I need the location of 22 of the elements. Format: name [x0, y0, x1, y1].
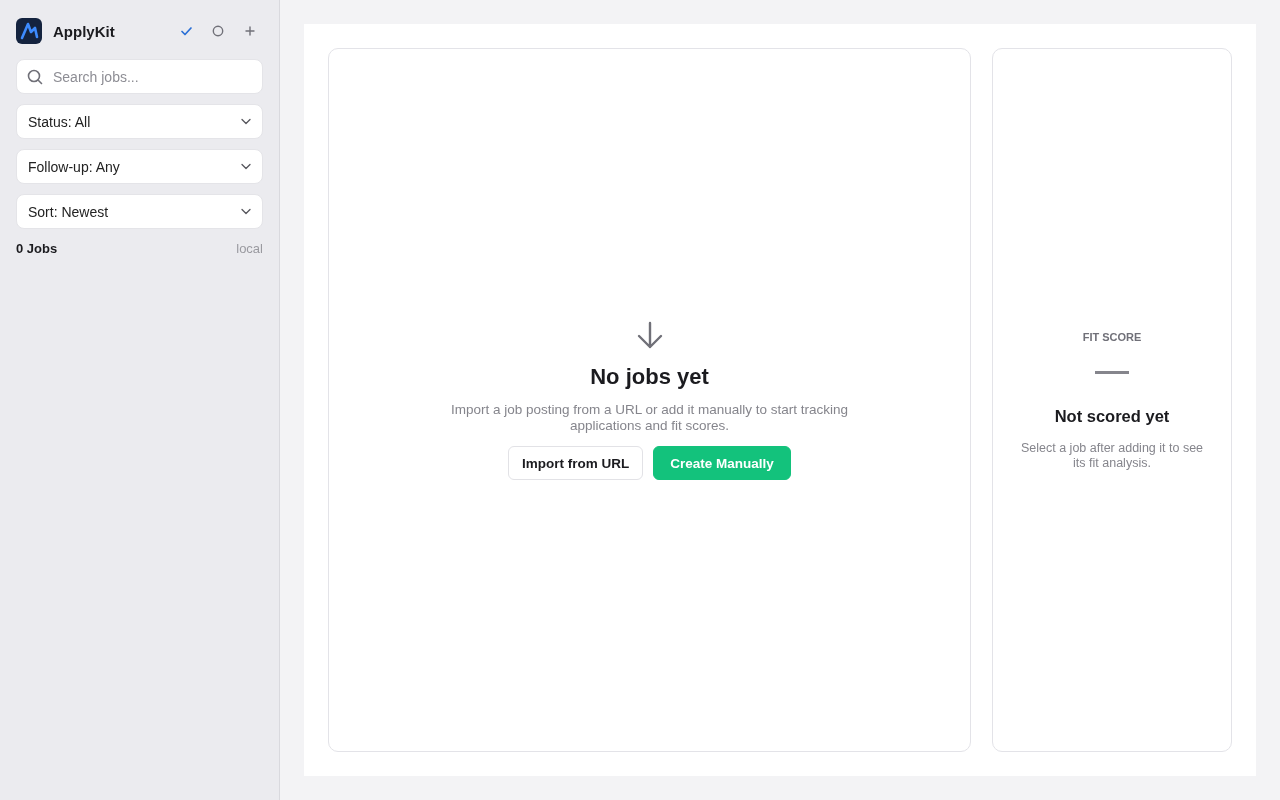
storage-label: local [236, 241, 263, 256]
search-field[interactable]: Search jobs... [16, 59, 263, 94]
filter-dropdown[interactable]: Status: All [16, 104, 263, 139]
circle-icon [212, 25, 224, 37]
plus-icon [245, 26, 255, 36]
chevron-down-icon [241, 208, 251, 215]
logo-icon [16, 18, 42, 44]
filter-dropdown[interactable]: Follow-up: Any [16, 149, 263, 184]
check-icon [179, 25, 193, 37]
fit-score-title: Not scored yet [1054, 407, 1170, 426]
fit-score-description: Select a job after adding it to see its fit analysis. [1019, 441, 1205, 471]
app-name: ApplyKit [53, 22, 116, 40]
empty-state-description: Import a job posting from a URL or add it manually to start tracking applications and fit scores. [449, 402, 850, 434]
score-placeholder-dash [1095, 371, 1129, 374]
search-icon [27, 69, 43, 85]
chevron-down-icon [241, 163, 251, 170]
fit-score-heading: FIT SCORE [1082, 331, 1142, 343]
chevron-down-icon [241, 118, 251, 125]
import-button[interactable]: Import from URL [508, 446, 644, 480]
empty-state-title: No jobs yet [590, 364, 709, 390]
filter-dropdown[interactable]: Sort: Newest [16, 194, 263, 229]
job-count: 0 Jobs [16, 241, 58, 256]
